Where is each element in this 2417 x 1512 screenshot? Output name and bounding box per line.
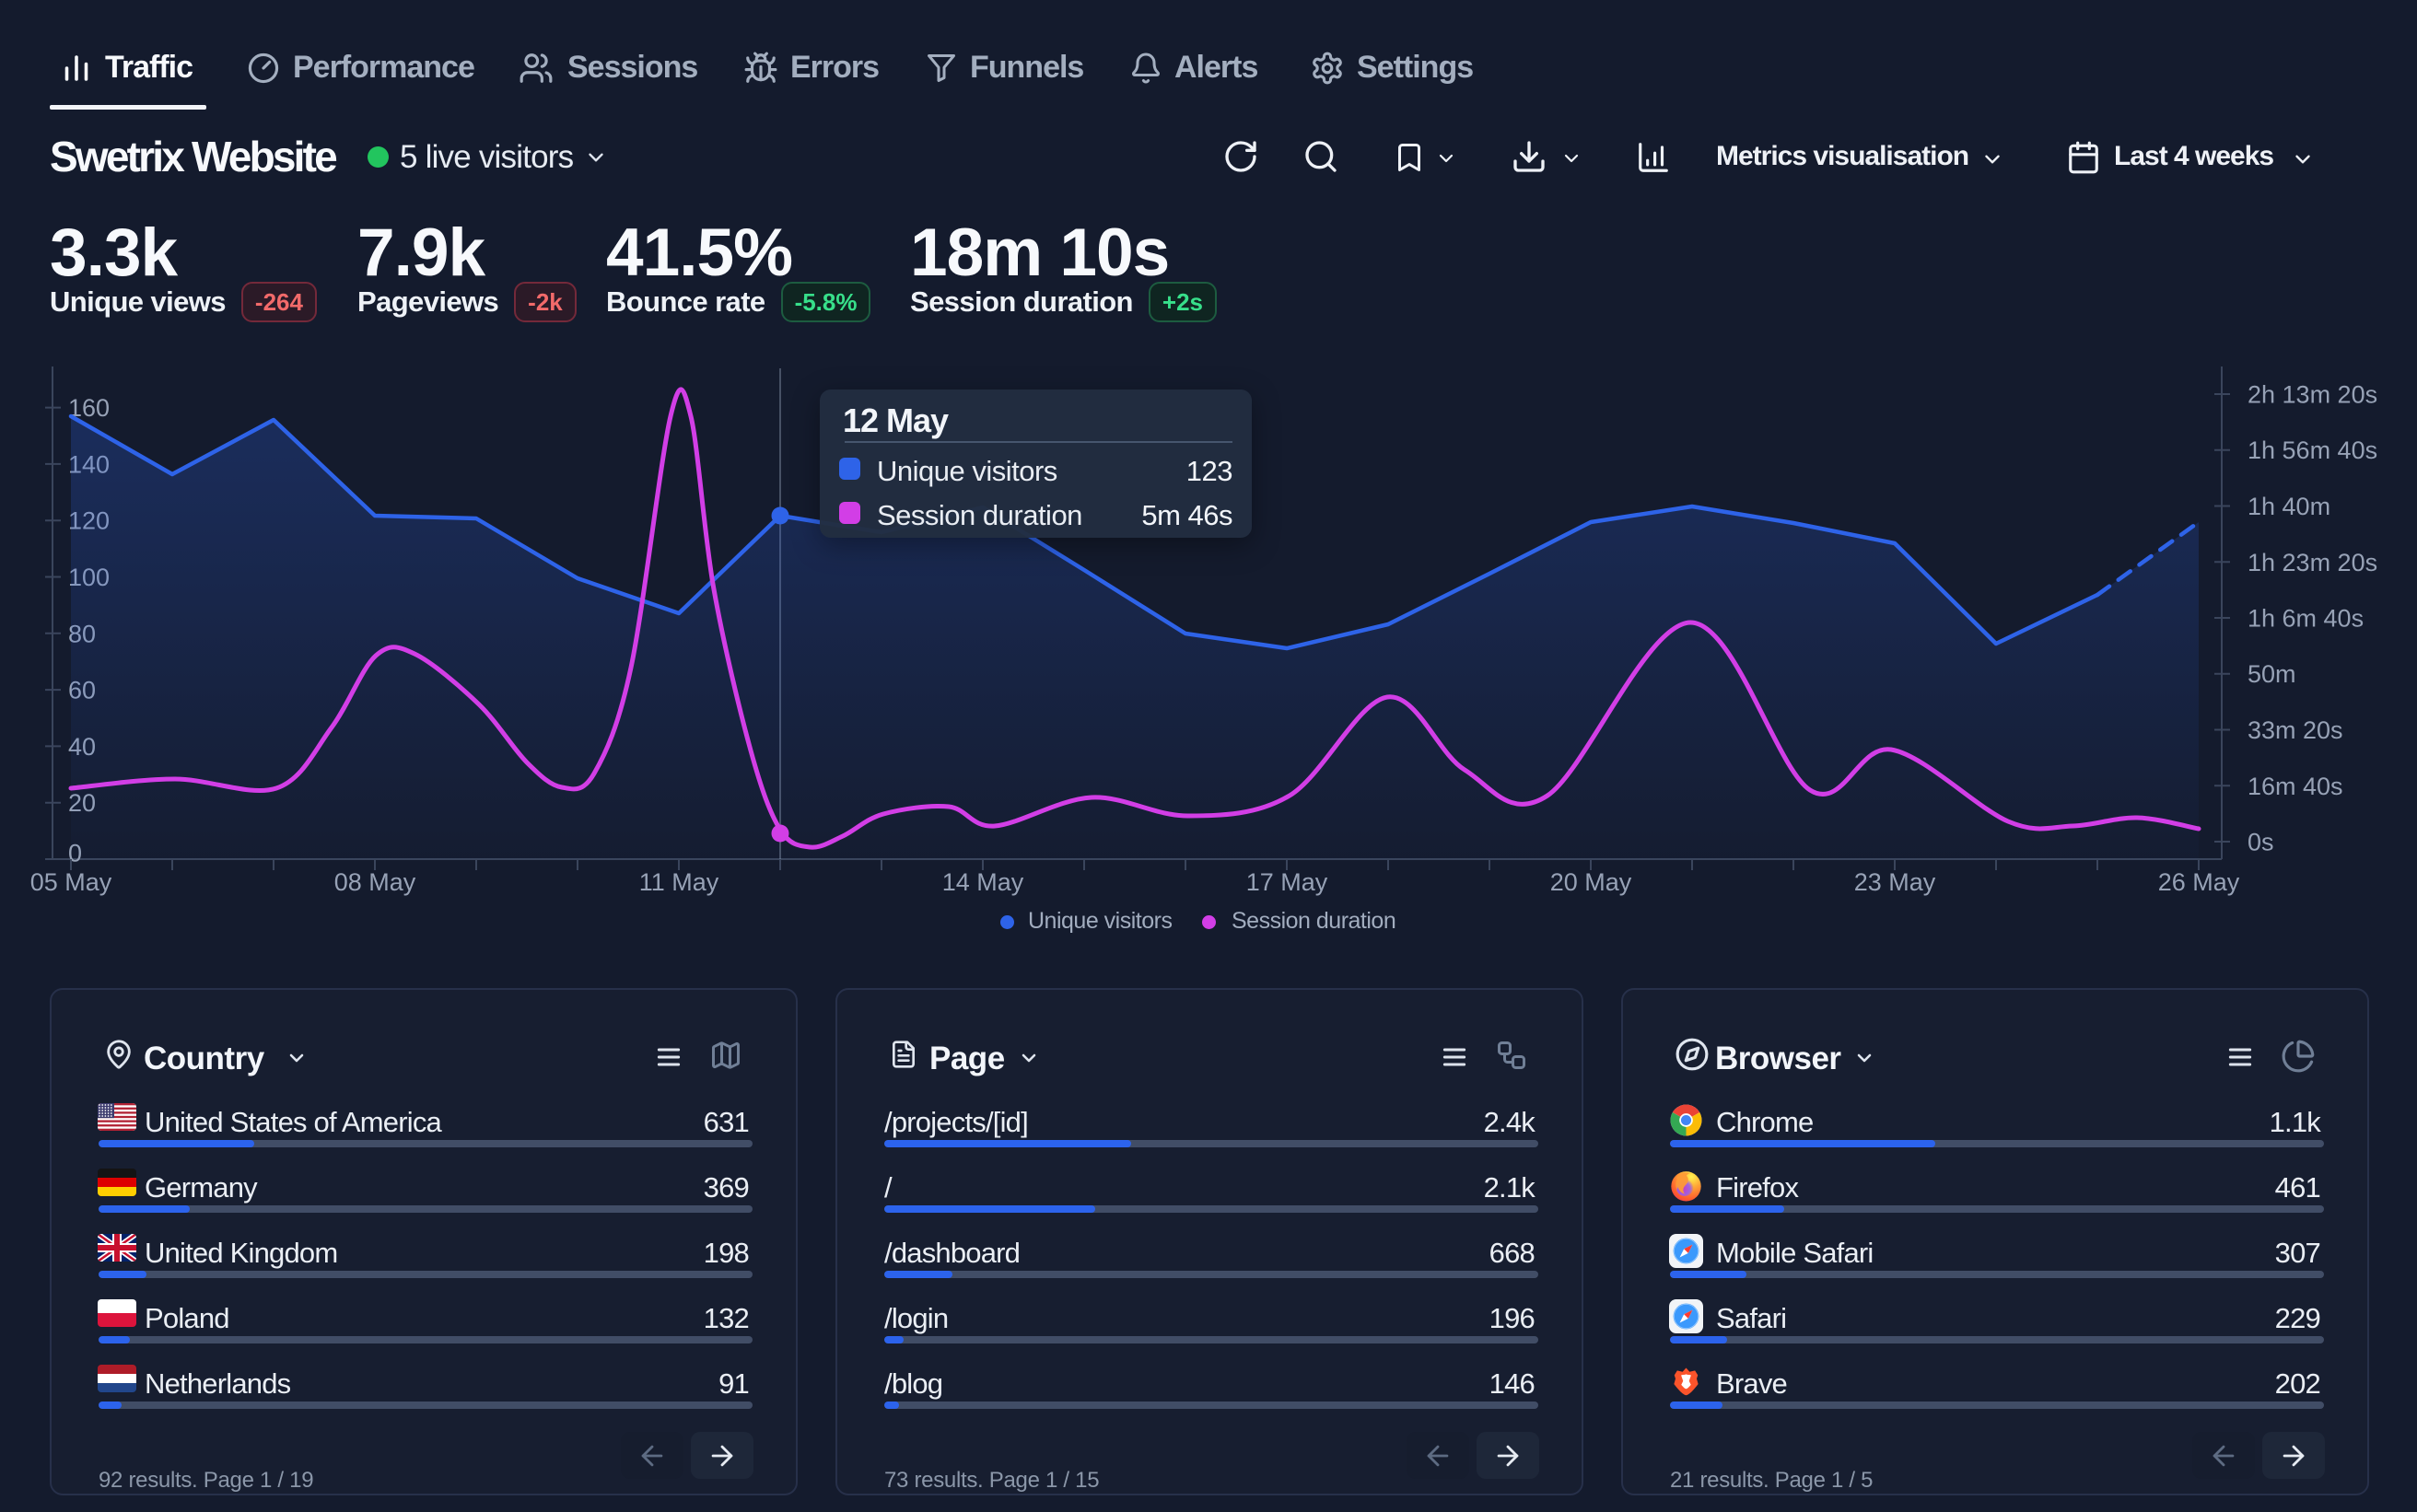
svg-text:26 May: 26 May <box>2158 868 2240 896</box>
svg-text:20 May: 20 May <box>1550 868 1632 896</box>
svg-text:16m 40s: 16m 40s <box>2248 773 2343 800</box>
svg-text:17 May: 17 May <box>1246 868 1328 896</box>
svg-text:1h 6m 40s: 1h 6m 40s <box>2248 605 2364 633</box>
svg-text:2h 13m 20s: 2h 13m 20s <box>2248 381 2377 409</box>
svg-text:11 May: 11 May <box>639 868 719 896</box>
svg-text:1h 40m: 1h 40m <box>2248 493 2330 520</box>
svg-text:05 May: 05 May <box>30 868 112 896</box>
svg-text:0s: 0s <box>2248 829 2274 856</box>
svg-text:1h 23m 20s: 1h 23m 20s <box>2248 549 2377 576</box>
svg-text:23 May: 23 May <box>1854 868 1936 896</box>
svg-text:08 May: 08 May <box>334 868 416 896</box>
svg-text:1h 56m 40s: 1h 56m 40s <box>2248 436 2377 464</box>
svg-text:50m: 50m <box>2248 660 2296 688</box>
svg-text:33m 20s: 33m 20s <box>2248 716 2343 744</box>
svg-text:14 May: 14 May <box>942 868 1024 896</box>
